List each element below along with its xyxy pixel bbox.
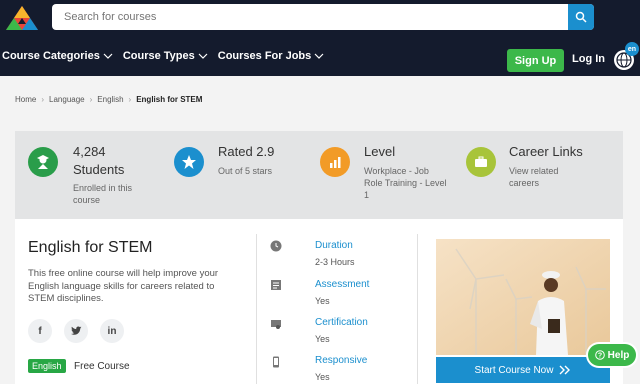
course-description: This free online course will help improv… <box>28 268 219 304</box>
linkedin-icon: in <box>107 325 117 337</box>
chevron-down-icon <box>103 53 113 59</box>
course-title: English for STEM <box>28 239 153 256</box>
help-button[interactable]: ? Help <box>588 344 636 366</box>
chevron-down-icon <box>198 53 208 59</box>
main-nav: Course Categories Course Types Courses F… <box>2 50 324 62</box>
column-divider <box>417 234 418 384</box>
linkedin-share-button[interactable]: in <box>100 319 124 343</box>
top-header: Course Categories Course Types Courses F… <box>0 0 640 76</box>
breadcrumb-home[interactable]: Home <box>15 95 36 104</box>
login-link[interactable]: Log In <box>572 53 605 65</box>
language-badge[interactable]: en <box>625 42 639 56</box>
star-icon <box>174 147 204 177</box>
briefcase-icon <box>466 147 496 177</box>
duration-value: 2-3 Hours <box>315 257 355 267</box>
rating-sub: Out of 5 stars <box>218 166 273 176</box>
search-icon <box>575 11 587 23</box>
language-tag: English <box>28 359 66 373</box>
rating-title: Rated 2.9 <box>218 144 275 159</box>
facebook-icon: f <box>38 325 42 337</box>
search-input[interactable] <box>64 4 564 30</box>
facebook-share-button[interactable]: f <box>28 319 52 343</box>
career-links-sub[interactable]: View related careers <box>509 165 589 189</box>
students-sub: Enrolled in this course <box>73 183 133 205</box>
level-sub: Workplace - Job Role Training - Level 1 <box>364 166 447 200</box>
chevron-right-icon: › <box>128 95 132 104</box>
students-count: 4,284 <box>73 144 106 159</box>
course-image <box>436 239 610 355</box>
column-divider <box>256 234 257 384</box>
certificate-icon <box>271 320 281 329</box>
assessment-icon <box>271 280 281 290</box>
help-icon: ? <box>594 350 605 360</box>
chevron-right-icon: › <box>41 95 45 104</box>
start-course-button[interactable]: Start Course Now <box>436 357 610 383</box>
graduate-icon <box>28 147 58 177</box>
nav-label: Course Categories <box>2 50 100 62</box>
nav-courses-for-jobs[interactable]: Courses For Jobs <box>218 50 325 62</box>
level-title: Level <box>364 144 396 159</box>
breadcrumb-english[interactable]: English <box>97 95 123 104</box>
mobile-icon <box>273 356 279 368</box>
course-stats: 4,284 Students Enrolled in this course R… <box>15 131 623 219</box>
nav-course-types[interactable]: Course Types <box>123 50 208 62</box>
responsive-value: Yes <box>315 372 330 382</box>
assessment-value: Yes <box>315 296 330 306</box>
help-label: Help <box>607 349 630 361</box>
twitter-icon <box>70 326 81 335</box>
search-button[interactable] <box>568 4 594 30</box>
chevron-right-icon: › <box>89 95 93 104</box>
students-label: Students <box>73 162 125 177</box>
course-card: English for STEM This free online course… <box>15 219 623 384</box>
breadcrumb-current: English for STEM <box>136 95 203 104</box>
chevron-down-icon <box>314 53 324 59</box>
certification-label: Certification <box>315 317 368 328</box>
assessment-label: Assessment <box>315 279 370 290</box>
certification-value: Yes <box>315 334 330 344</box>
career-links-title[interactable]: Career Links <box>509 144 583 159</box>
duration-label: Duration <box>315 240 353 251</box>
nav-course-categories[interactable]: Course Categories <box>2 50 113 62</box>
alison-logo[interactable] <box>6 6 38 30</box>
signup-button[interactable]: Sign Up <box>507 49 564 72</box>
twitter-share-button[interactable] <box>64 319 88 343</box>
search-bar <box>52 4 594 30</box>
svg-text:?: ? <box>598 353 602 360</box>
start-course-label: Start Course Now <box>474 364 554 376</box>
breadcrumb-language[interactable]: Language <box>49 95 85 104</box>
breadcrumb: Home › Language › English › English for … <box>15 95 202 104</box>
price-label: Free Course <box>74 361 130 372</box>
responsive-label: Responsive <box>315 355 368 366</box>
double-chevron-right-icon <box>559 365 571 375</box>
nav-label: Courses For Jobs <box>217 50 312 62</box>
chart-icon <box>320 147 350 177</box>
clock-icon <box>270 240 282 252</box>
nav-label: Course Types <box>122 50 195 62</box>
